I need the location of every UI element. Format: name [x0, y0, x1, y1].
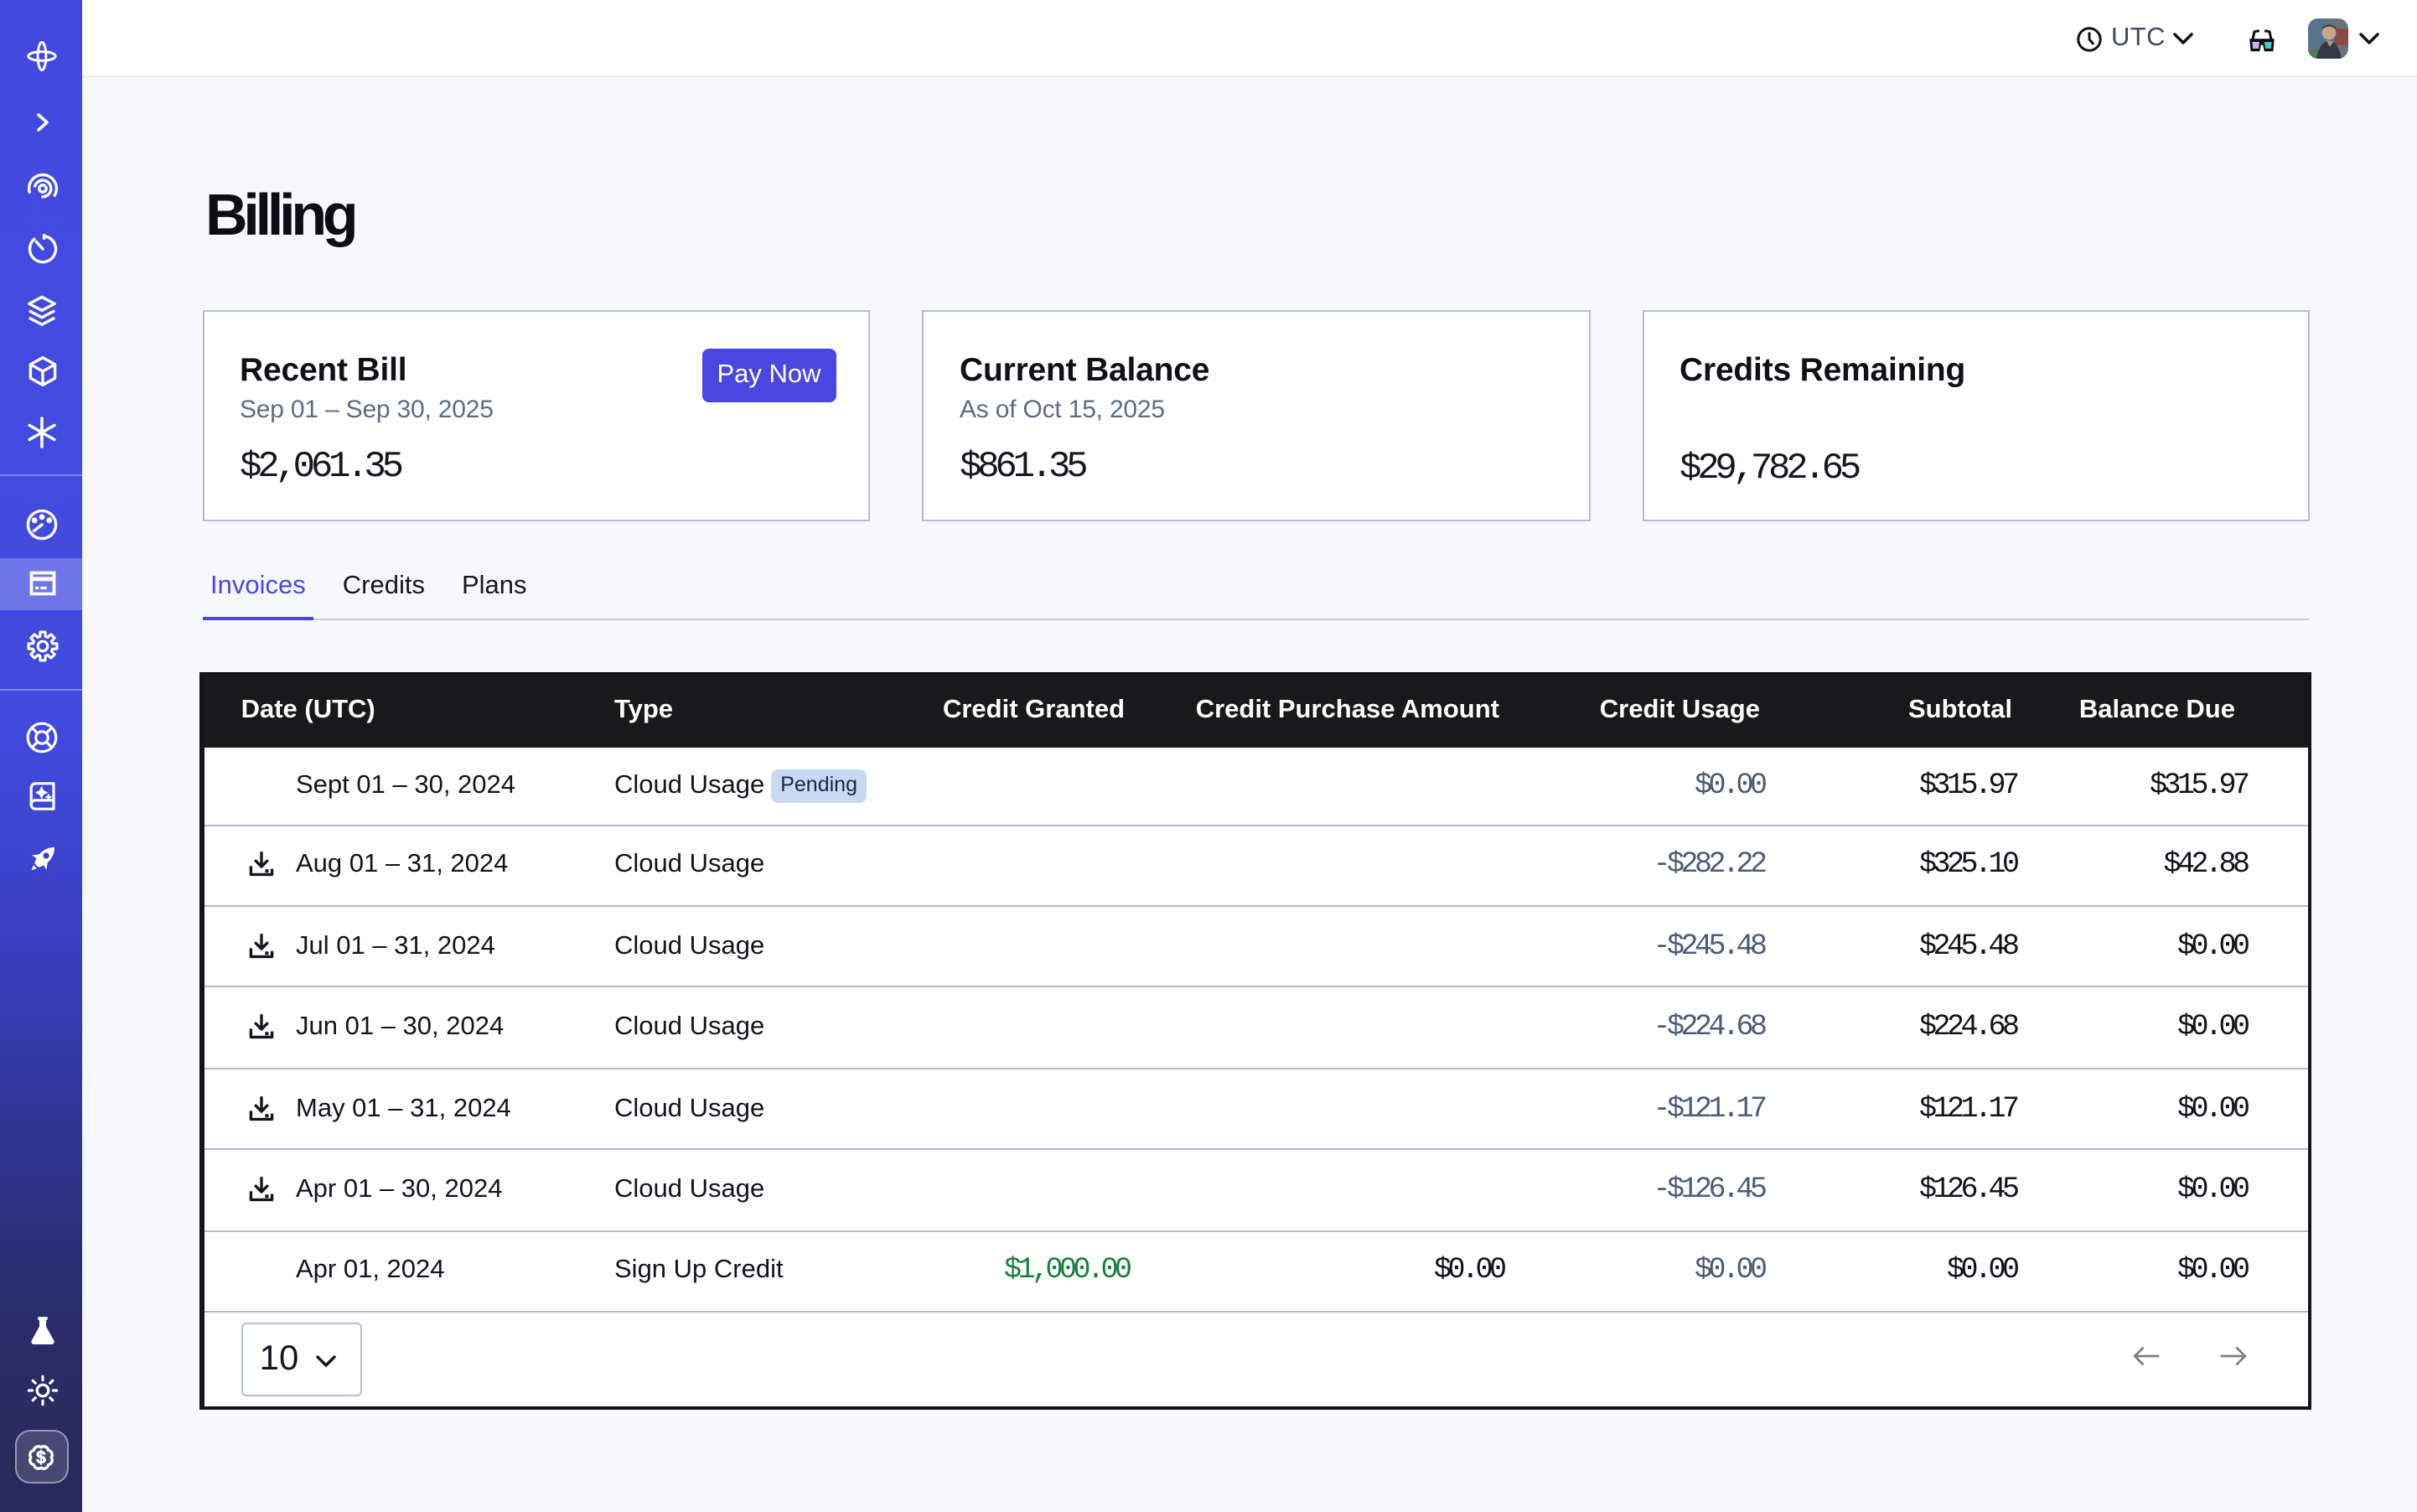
svg-text:$: $	[37, 1447, 47, 1467]
